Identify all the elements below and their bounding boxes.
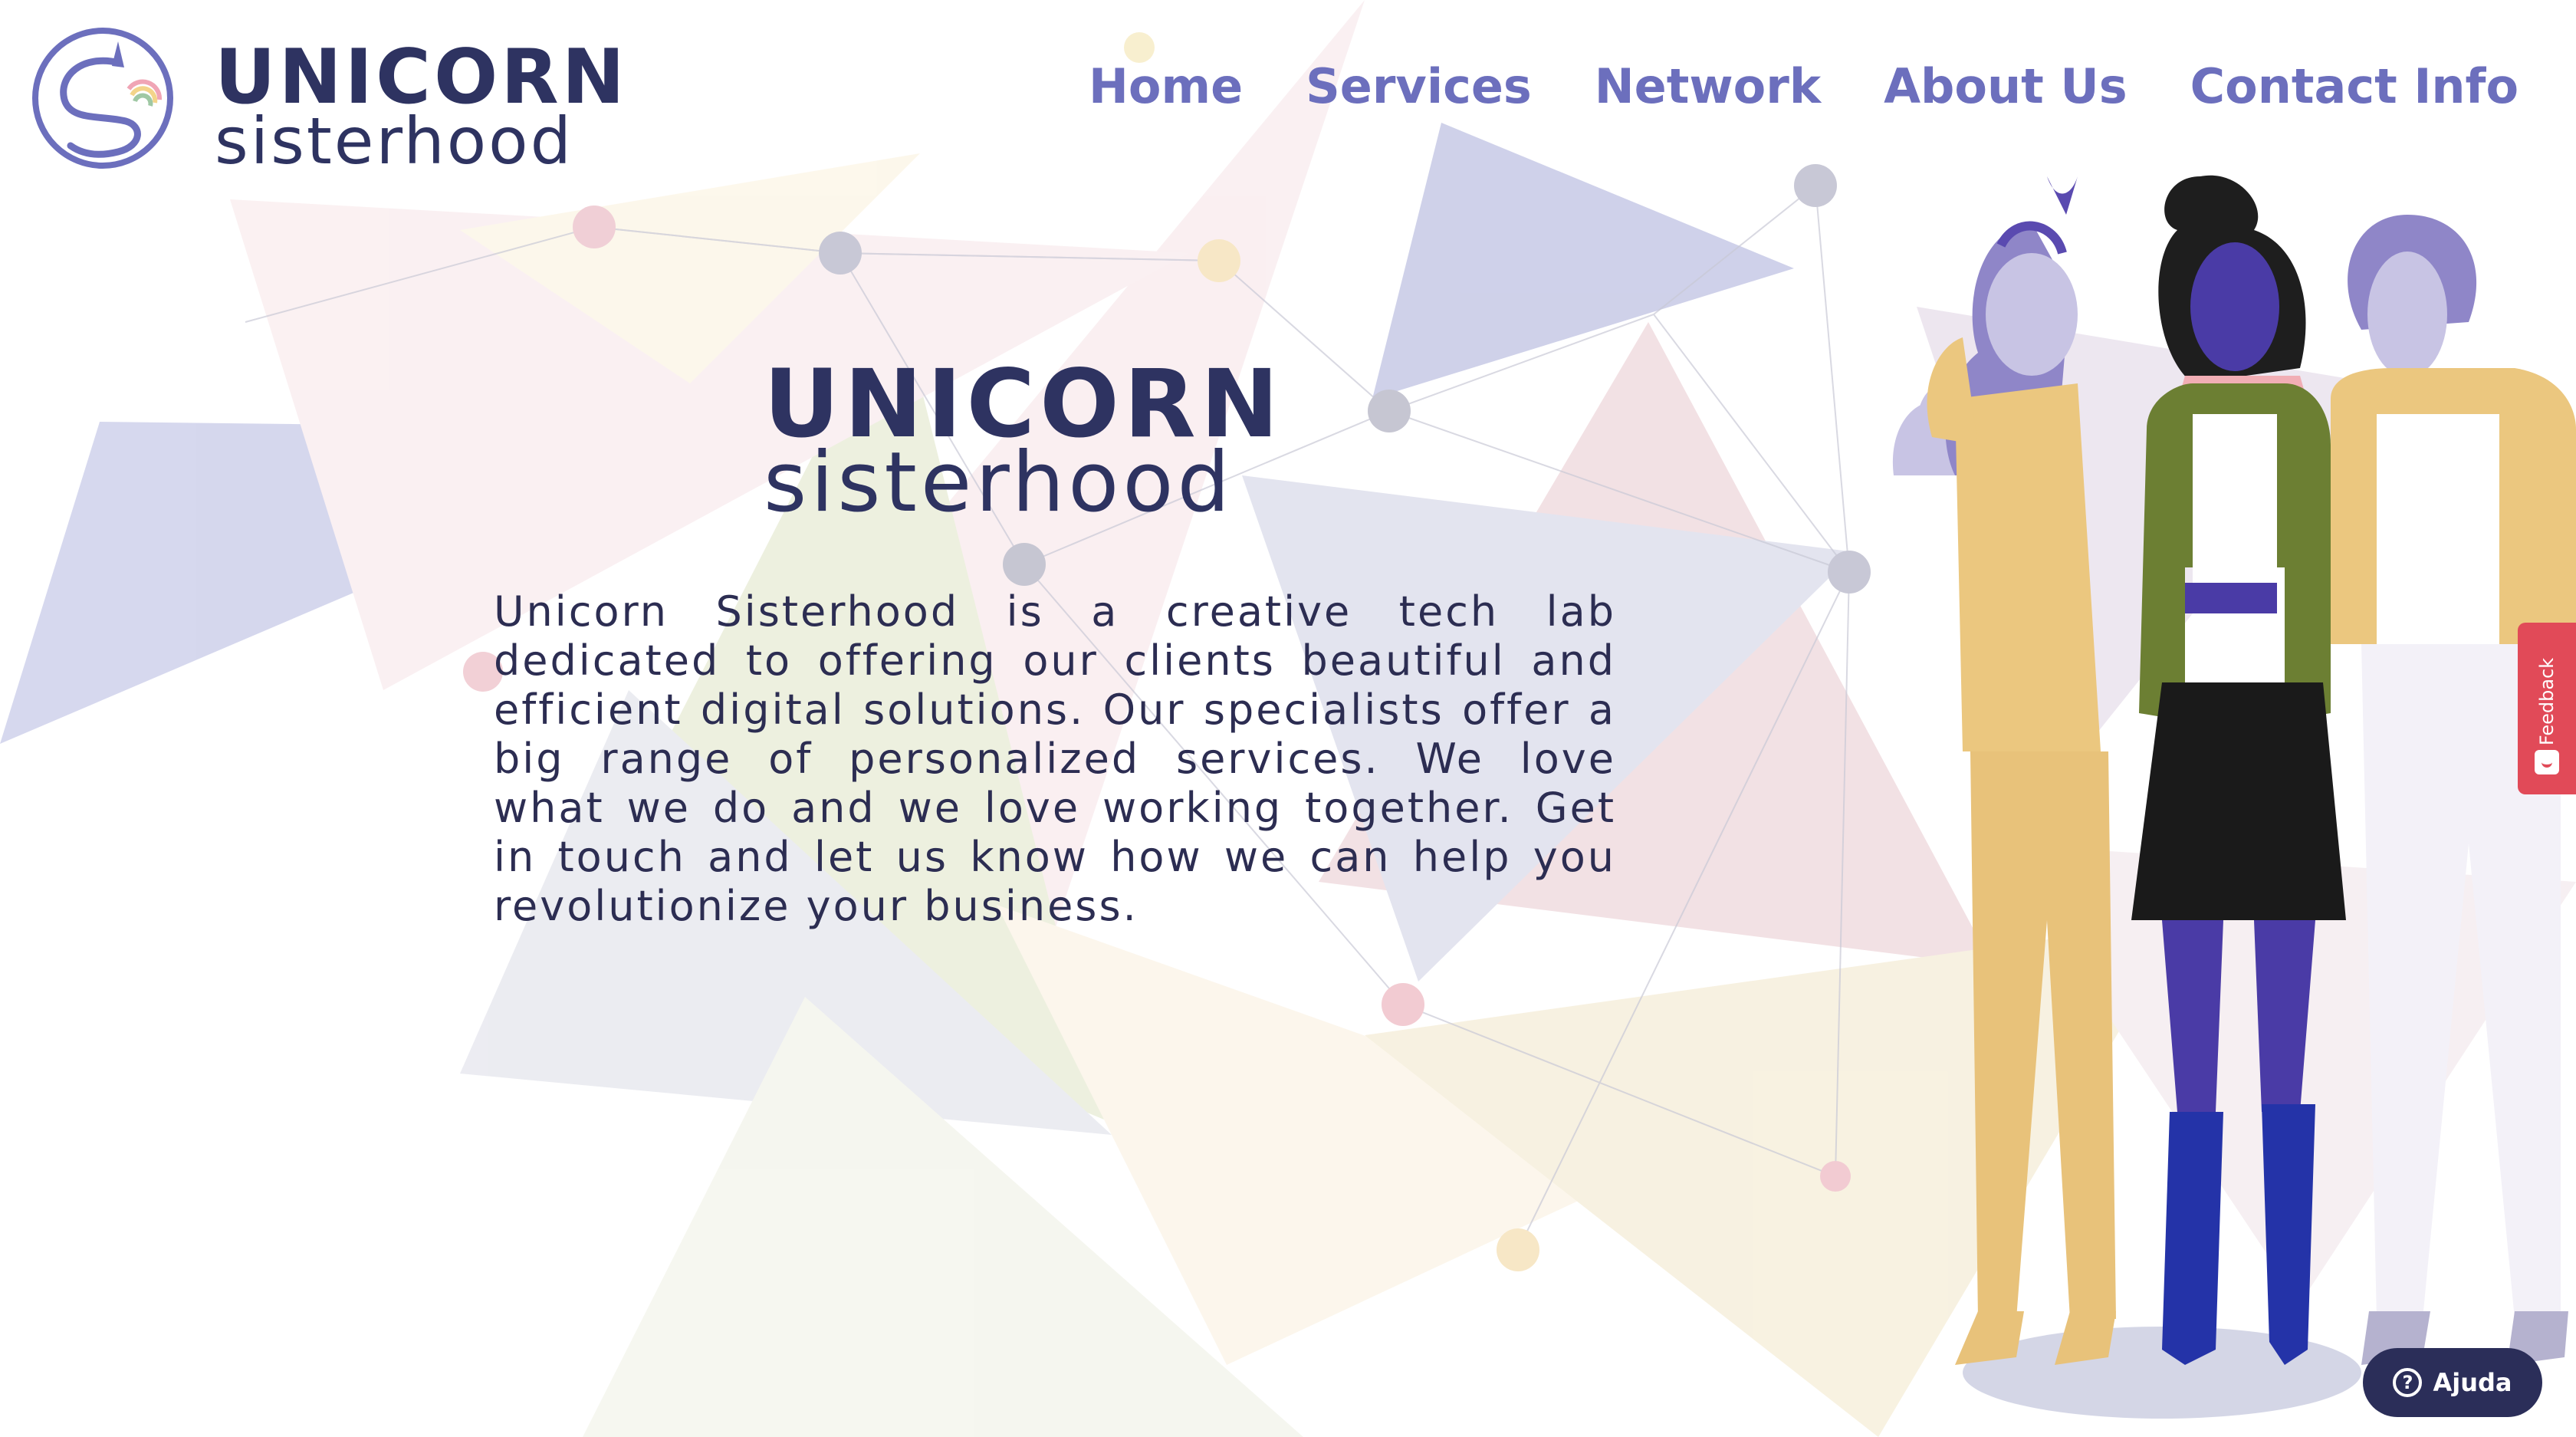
feedback-tab[interactable]: Feedback xyxy=(2518,623,2576,794)
feedback-smile-icon xyxy=(2535,750,2559,774)
nav-home[interactable]: Home xyxy=(1089,63,1243,132)
help-question-icon: ? xyxy=(2393,1368,2423,1397)
nav-services[interactable]: Services xyxy=(1306,63,1532,132)
help-button[interactable]: ? Ajuda xyxy=(2363,1348,2542,1417)
main-nav: Home Services Network About Us Contact I… xyxy=(1089,63,2518,132)
hero-description: Unicorn Sisterhood is a creative tech la… xyxy=(494,587,1616,930)
team-illustration xyxy=(1892,175,2576,1419)
nav-network[interactable]: Network xyxy=(1595,63,1821,132)
site-logo[interactable]: UNICORN sisterhood xyxy=(28,23,625,179)
unicorn-logo-icon xyxy=(32,28,173,169)
nav-about-us[interactable]: About Us xyxy=(1884,63,2128,132)
hero-logo: UNICORN sisterhood xyxy=(764,357,1285,524)
logo-subtitle: sisterhood xyxy=(215,104,573,179)
nav-contact-info[interactable]: Contact Info xyxy=(2190,63,2518,132)
hero-subtitle: sisterhood xyxy=(764,435,1234,531)
help-label: Ajuda xyxy=(2433,1368,2512,1397)
feedback-label: Feedback xyxy=(2536,657,2558,746)
